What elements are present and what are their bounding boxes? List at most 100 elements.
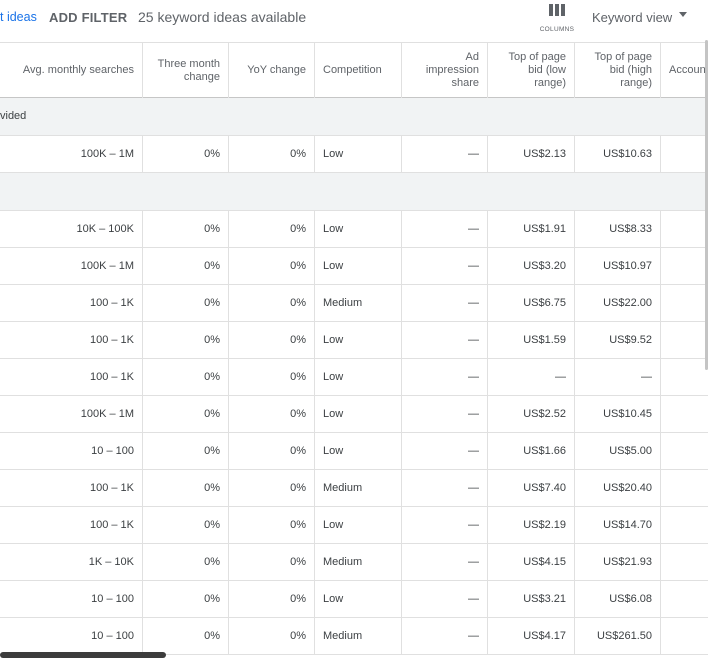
cell-avg-monthly-searches: 10 – 100 [0, 618, 143, 654]
table-row[interactable]: 10 – 100 0% 0% Medium — US$4.17 US$261.50 [0, 618, 708, 655]
col-header-avg-monthly-searches[interactable]: Avg. monthly searches [0, 43, 143, 98]
cell-yoy-change: 0% [229, 581, 315, 617]
chevron-down-icon[interactable] [679, 12, 687, 17]
columns-button[interactable]: COLUMNS [536, 4, 578, 34]
cell-competition: Low [315, 359, 402, 395]
cell-account-status [661, 396, 708, 432]
cell-competition: Medium [315, 544, 402, 580]
cell-avg-monthly-searches: 100 – 1K [0, 322, 143, 358]
table-row[interactable]: 10 – 100 0% 0% Low — US$3.21 US$6.08 [0, 581, 708, 618]
cell-three-month-change: 0% [143, 359, 229, 395]
cell-account-status [661, 136, 708, 172]
cell-competition: Low [315, 211, 402, 247]
col-header-ad-impression-share[interactable]: Ad impression share [402, 43, 488, 98]
cell-competition: Medium [315, 470, 402, 506]
table-row[interactable]: 1K – 10K 0% 0% Medium — US$4.15 US$21.93 [0, 544, 708, 581]
cell-top-bid-high: US$6.08 [575, 581, 661, 617]
cell-top-bid-high: US$20.40 [575, 470, 661, 506]
cell-yoy-change: 0% [229, 544, 315, 580]
cell-avg-monthly-searches: 100K – 1M [0, 396, 143, 432]
cell-top-bid-low: US$3.21 [488, 581, 575, 617]
add-filter-button[interactable]: ADD FILTER [49, 10, 127, 25]
cell-ad-impression-share: — [402, 470, 488, 506]
col-header-yoy-change[interactable]: YoY change [229, 43, 315, 98]
cell-top-bid-high: US$5.00 [575, 433, 661, 469]
cell-account-status [661, 544, 708, 580]
table-row[interactable]: 10 – 100 0% 0% Low — US$1.66 US$5.00 [0, 433, 708, 470]
table-row[interactable]: 100 – 1K 0% 0% Low — — — [0, 359, 708, 396]
cell-top-bid-high: US$21.93 [575, 544, 661, 580]
cell-ad-impression-share: — [402, 136, 488, 172]
cell-top-bid-low: US$2.52 [488, 396, 575, 432]
cell-yoy-change: 0% [229, 248, 315, 284]
cell-three-month-change: 0% [143, 396, 229, 432]
cell-account-status [661, 433, 708, 469]
cell-top-bid-high: US$10.63 [575, 136, 661, 172]
cell-top-bid-low: US$4.17 [488, 618, 575, 654]
group-header-row [0, 173, 708, 211]
cell-ad-impression-share: — [402, 618, 488, 654]
cell-competition: Low [315, 581, 402, 617]
cell-three-month-change: 0% [143, 470, 229, 506]
col-header-top-bid-high[interactable]: Top of page bid (high range) [575, 43, 661, 98]
table-row[interactable]: 100 – 1K 0% 0% Low — US$1.59 US$9.52 [0, 322, 708, 359]
table-row[interactable]: 10K – 100K 0% 0% Low — US$1.91 US$8.33 [0, 211, 708, 248]
cell-avg-monthly-searches: 1K – 10K [0, 544, 143, 580]
cell-yoy-change: 0% [229, 359, 315, 395]
cell-three-month-change: 0% [143, 211, 229, 247]
cell-top-bid-high: US$9.52 [575, 322, 661, 358]
cell-avg-monthly-searches: 100K – 1M [0, 248, 143, 284]
cell-yoy-change: 0% [229, 396, 315, 432]
cell-yoy-change: 0% [229, 285, 315, 321]
cell-competition: Low [315, 396, 402, 432]
cell-yoy-change: 0% [229, 322, 315, 358]
cell-account-status [661, 581, 708, 617]
cell-ad-impression-share: — [402, 322, 488, 358]
cell-top-bid-low: US$4.15 [488, 544, 575, 580]
col-header-three-month-change[interactable]: Three month change [143, 43, 229, 98]
keyword-view-dropdown[interactable]: Keyword view [592, 10, 672, 25]
cell-competition: Low [315, 136, 402, 172]
cell-avg-monthly-searches: 100 – 1K [0, 507, 143, 543]
cell-competition: Low [315, 322, 402, 358]
cell-avg-monthly-searches: 100 – 1K [0, 359, 143, 395]
col-header-account-status[interactable]: Accoun [661, 43, 708, 98]
cell-yoy-change: 0% [229, 507, 315, 543]
cell-ad-impression-share: — [402, 544, 488, 580]
cell-top-bid-high: — [575, 359, 661, 395]
horizontal-scrollbar[interactable] [0, 652, 166, 658]
group-label: vided [0, 110, 27, 122]
cell-top-bid-high: US$14.70 [575, 507, 661, 543]
cell-competition: Low [315, 433, 402, 469]
cell-ad-impression-share: — [402, 581, 488, 617]
cell-ad-impression-share: — [402, 433, 488, 469]
col-header-top-bid-low[interactable]: Top of page bid (low range) [488, 43, 575, 98]
cell-three-month-change: 0% [143, 581, 229, 617]
table-row[interactable]: 100K – 1M 0% 0% Low — US$2.52 US$10.45 [0, 396, 708, 433]
cell-account-status [661, 618, 708, 654]
cell-avg-monthly-searches: 100 – 1K [0, 285, 143, 321]
table-row[interactable]: 100 – 1K 0% 0% Low — US$2.19 US$14.70 [0, 507, 708, 544]
table-header: Avg. monthly searches Three month change… [0, 42, 708, 98]
cell-top-bid-low: US$1.59 [488, 322, 575, 358]
cell-top-bid-low: US$3.20 [488, 248, 575, 284]
table-row[interactable]: 100K – 1M 0% 0% Low — US$3.20 US$10.97 [0, 248, 708, 285]
cell-three-month-change: 0% [143, 248, 229, 284]
cell-three-month-change: 0% [143, 507, 229, 543]
table-row[interactable]: 100 – 1K 0% 0% Medium — US$6.75 US$22.00 [0, 285, 708, 322]
columns-label: COLUMNS [539, 26, 575, 33]
cell-competition: Low [315, 248, 402, 284]
cell-yoy-change: 0% [229, 211, 315, 247]
table-row[interactable]: 100K – 1M 0% 0% Low — US$2.13 US$10.63 [0, 136, 708, 173]
table-row[interactable]: 100 – 1K 0% 0% Medium — US$7.40 US$20.40 [0, 470, 708, 507]
cell-top-bid-low: — [488, 359, 575, 395]
col-header-competition[interactable]: Competition [315, 43, 402, 98]
cell-avg-monthly-searches: 100 – 1K [0, 470, 143, 506]
cell-yoy-change: 0% [229, 433, 315, 469]
keyword-ideas-link[interactable]: t ideas [0, 10, 37, 24]
cell-account-status [661, 248, 708, 284]
cell-competition: Medium [315, 285, 402, 321]
cell-top-bid-high: US$22.00 [575, 285, 661, 321]
cell-top-bid-low: US$2.19 [488, 507, 575, 543]
cell-ad-impression-share: — [402, 396, 488, 432]
